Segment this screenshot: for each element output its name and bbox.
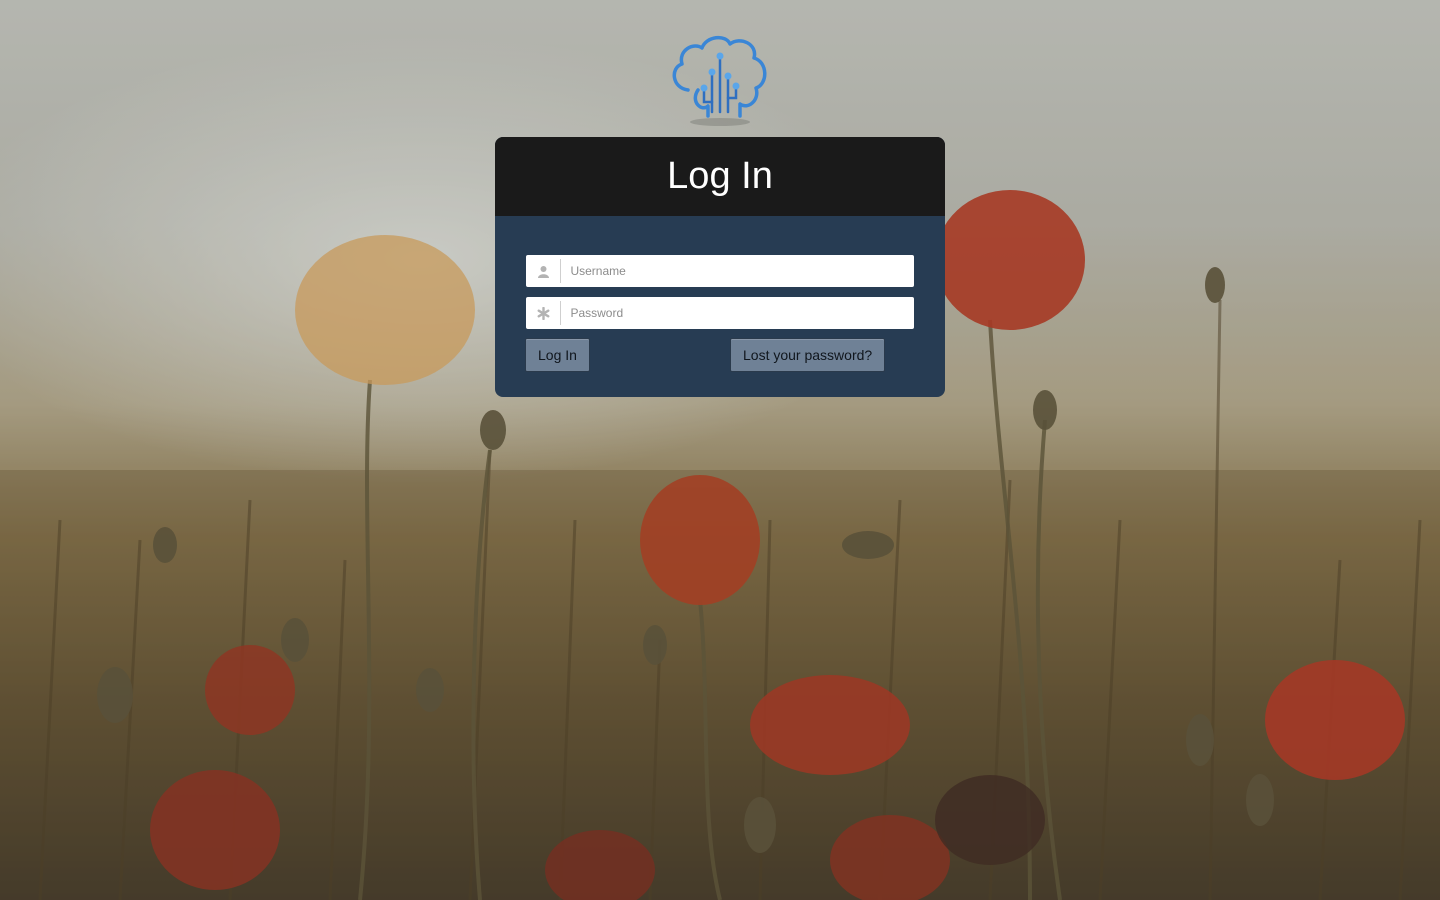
brain-circuit-logo [668,32,772,128]
log-in-button[interactable]: Log In [525,338,590,372]
user-icon [526,259,562,283]
password-field[interactable] [526,297,914,329]
username-input[interactable] [561,257,914,285]
background-image [0,0,1440,900]
lost-password-button[interactable]: Lost your password? [730,338,886,372]
asterisk-icon [526,301,562,325]
username-field[interactable] [526,255,914,287]
page-title: Log In [495,137,945,216]
login-panel: Log In Log In Lost your password? [495,137,945,397]
password-input[interactable] [561,299,914,327]
